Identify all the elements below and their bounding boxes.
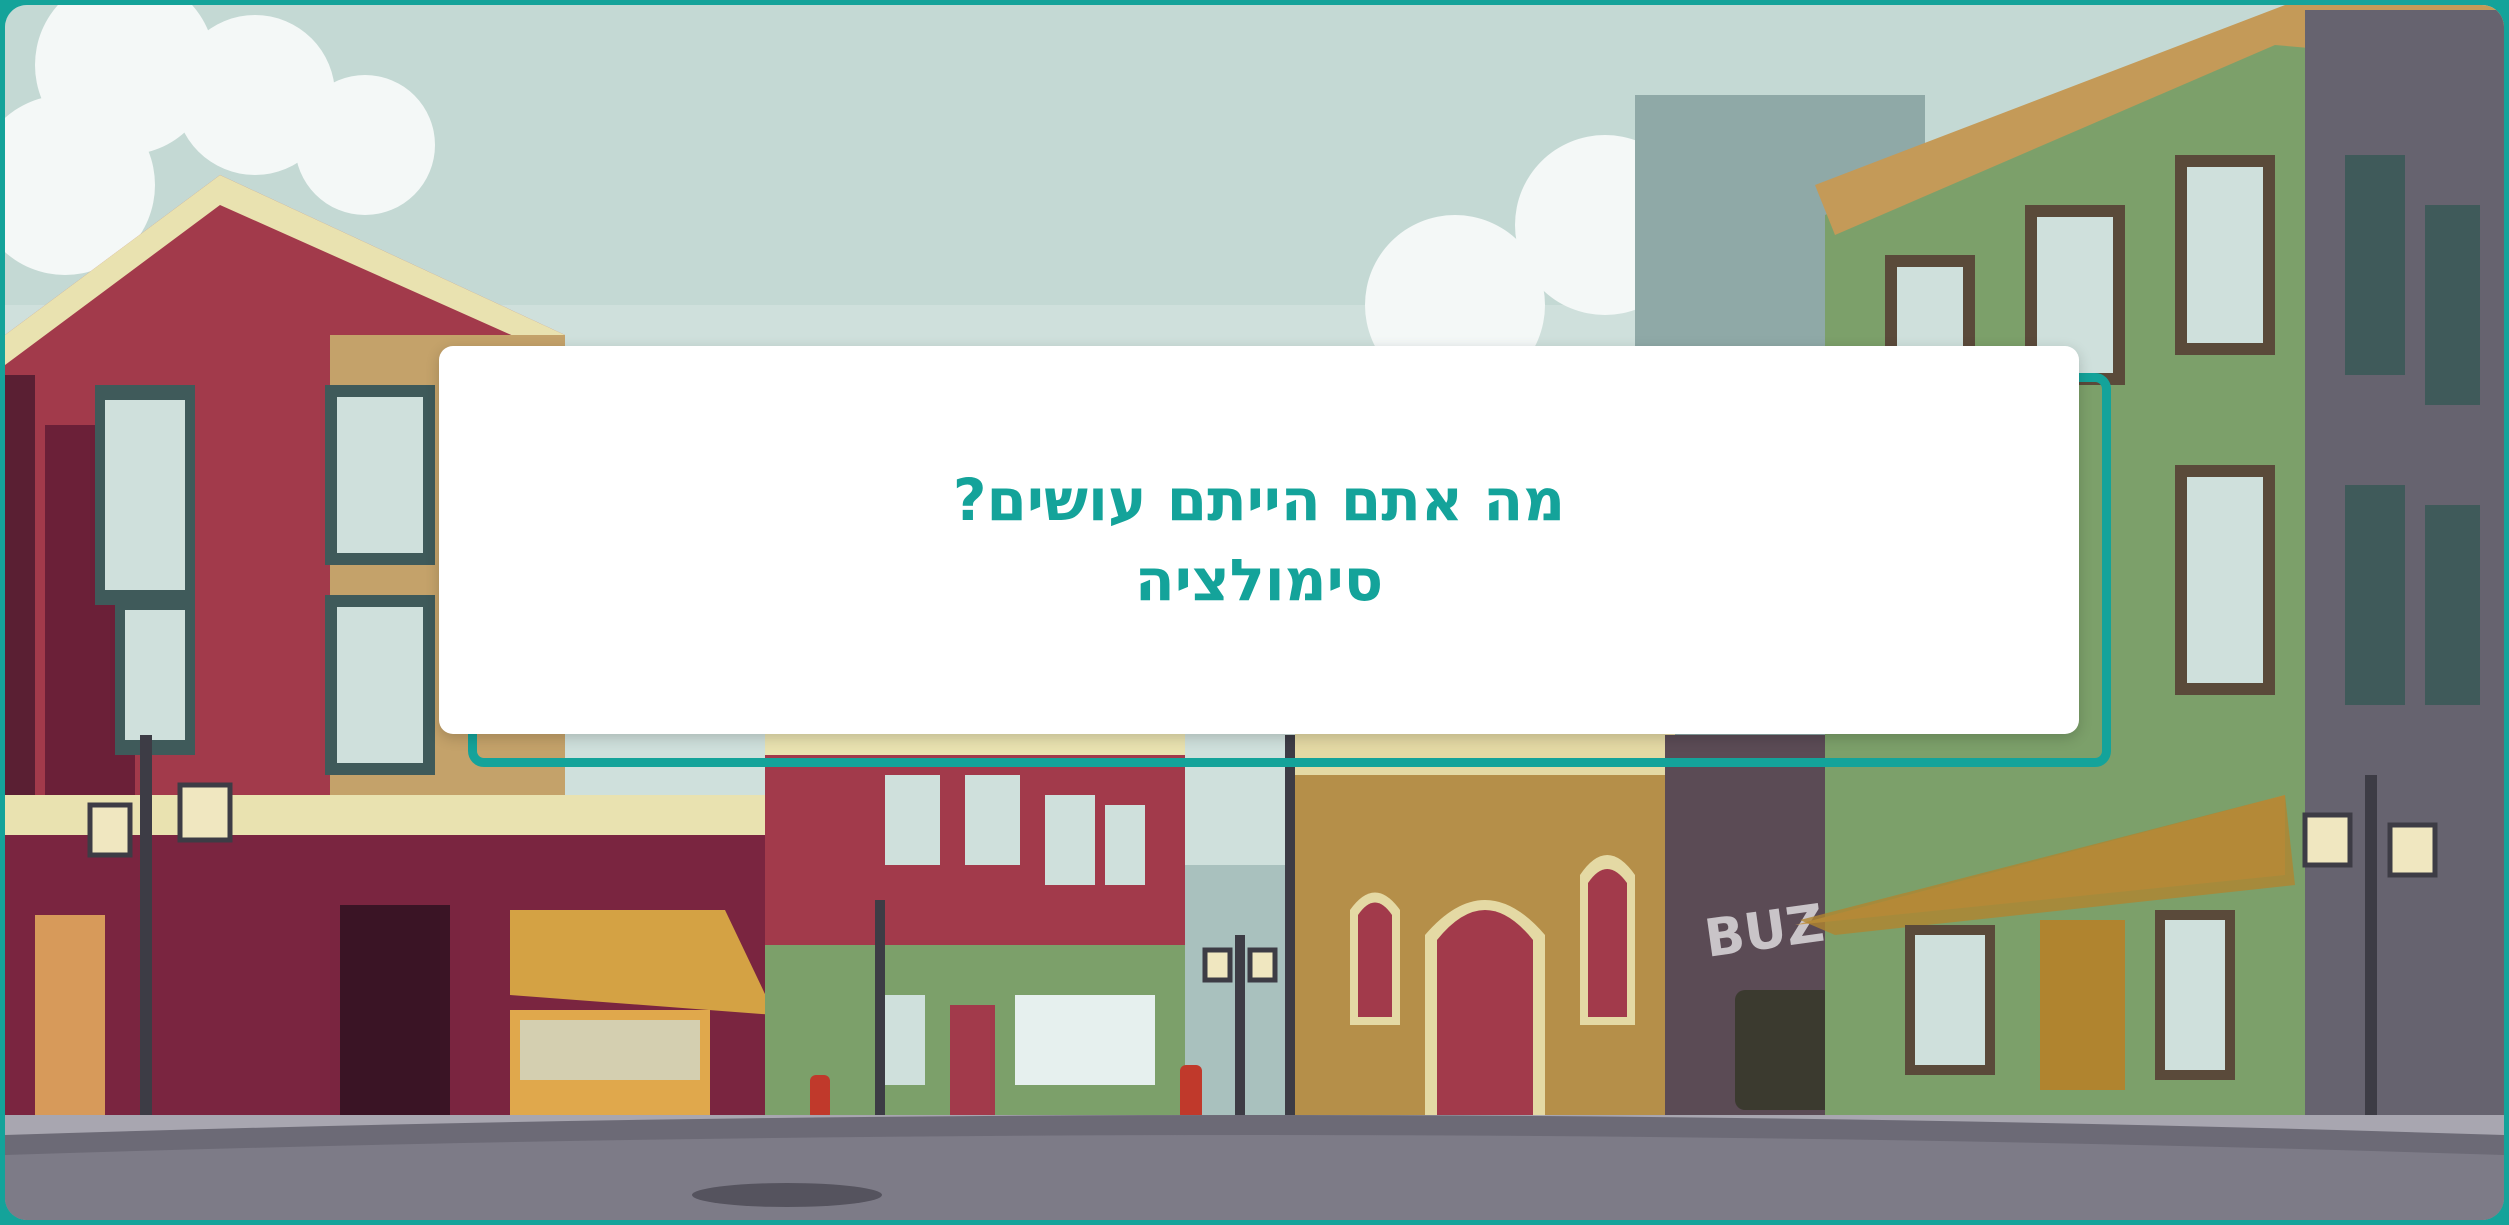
card-subtitle: סימולציה: [1134, 546, 1384, 614]
card-title: מה אתם הייתם עושים?: [952, 466, 1566, 534]
manhole: [692, 1183, 882, 1207]
center-building: BUZ 4: [1295, 725, 1882, 1125]
middle-building: [765, 725, 1185, 1125]
hydrant: [1180, 1065, 1202, 1120]
simulation-stage: BUZ 4 מה אתם הייתם עושים? סימולציה: [5, 5, 2504, 1220]
hydrant: [810, 1075, 830, 1120]
intro-card: מה אתם הייתם עושים? סימולציה: [439, 346, 2079, 734]
